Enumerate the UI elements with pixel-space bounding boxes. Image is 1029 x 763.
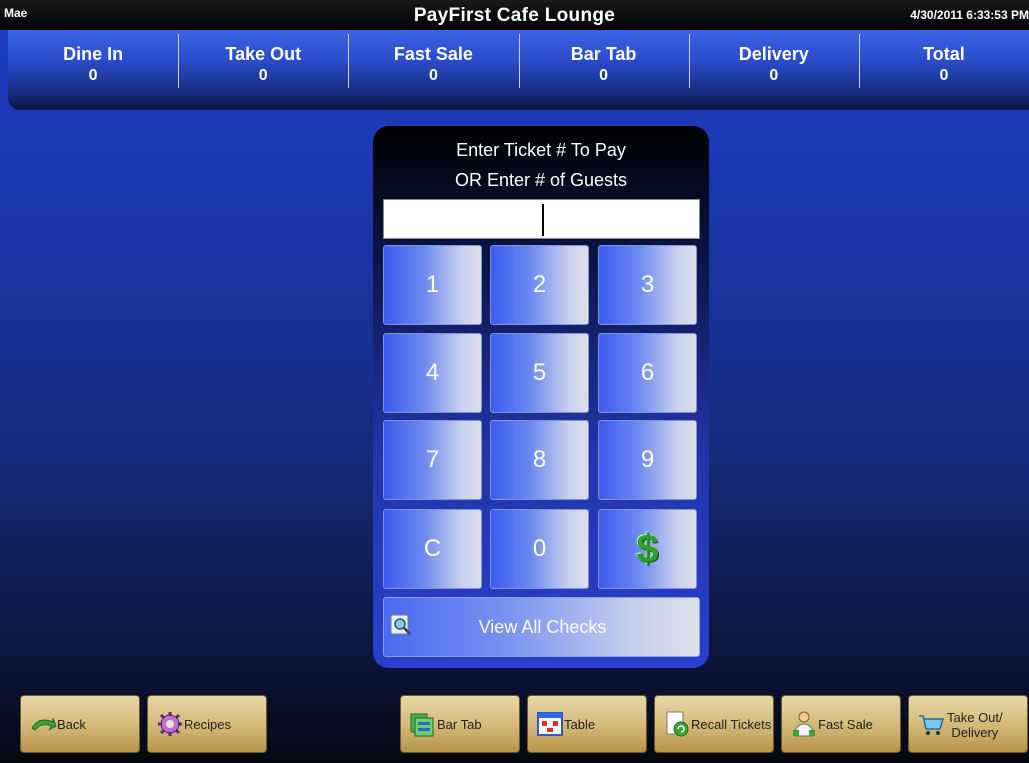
stat-label: Dine In [63, 44, 124, 64]
back-arrow-icon [31, 717, 57, 731]
back-button[interactable]: Back [20, 695, 140, 753]
recall-tickets-label: Recall Tickets [691, 717, 772, 732]
bar-tab-button[interactable]: Bar Tab [400, 695, 520, 753]
text-caret [542, 204, 544, 236]
table-label: Table [564, 717, 596, 732]
bar-tab-label: Bar Tab [437, 717, 482, 732]
bar-tab-icon [410, 713, 434, 737]
gear-icon [158, 712, 182, 736]
take-out-label-line2: Delivery [951, 725, 999, 740]
pay-button[interactable]: $ [598, 509, 697, 589]
key-3[interactable]: 3 [598, 245, 697, 325]
stat-fast-sale[interactable]: Fast Sale 0 [348, 30, 518, 110]
recipes-label: Recipes [184, 717, 231, 732]
stat-label: Delivery [738, 44, 809, 64]
take-out-label-line1: Take Out/ [947, 710, 1003, 725]
view-all-checks-button[interactable]: View All Checks [383, 597, 700, 657]
back-label: Back [57, 717, 86, 732]
fast-sale-button[interactable]: Fast Sale [781, 695, 901, 753]
app-title: PayFirst Cafe Lounge [413, 5, 616, 26]
stat-take-out[interactable]: Take Out 0 [178, 30, 348, 110]
cart-icon [919, 715, 945, 735]
key-8[interactable]: 8 [490, 420, 589, 500]
key-4[interactable]: 4 [383, 333, 482, 413]
ticket-keypad-panel: Enter Ticket # To Pay OR Enter # of Gues… [373, 126, 709, 668]
title-bar: Mae PayFirst Cafe Lounge 4/30/2011 6:33:… [0, 0, 1029, 30]
take-out-delivery-button[interactable]: Take Out/ Delivery [908, 695, 1028, 753]
stat-delivery[interactable]: Delivery 0 [688, 30, 859, 110]
stat-value: 0 [258, 67, 268, 84]
stat-label: Fast Sale [393, 44, 473, 64]
recall-tickets-button[interactable]: Recall Tickets [654, 695, 774, 753]
table-button[interactable]: Table [527, 695, 647, 753]
stat-value: 0 [769, 67, 779, 84]
fast-sale-label: Fast Sale [818, 717, 873, 732]
recall-icon [666, 711, 689, 737]
datetime: 4/30/2011 6:33:53 PM [910, 8, 1029, 22]
key-7[interactable]: 7 [383, 420, 482, 500]
person-icon [793, 711, 815, 737]
recipes-button[interactable]: Recipes [147, 695, 267, 753]
keypad-prompt-line1: Enter Ticket # To Pay [456, 140, 626, 160]
stat-label: Bar Tab [570, 44, 637, 64]
key-6[interactable]: 6 [598, 333, 697, 413]
stat-value: 0 [939, 67, 949, 84]
take-out-delivery-label: Take Out/ Delivery [947, 710, 1003, 740]
stat-value: 0 [428, 67, 438, 84]
dollar-icon: $ [636, 527, 659, 571]
stat-label: Take Out [225, 44, 302, 64]
stat-total[interactable]: Total 0 [858, 30, 1029, 110]
key-0[interactable]: 0 [490, 509, 589, 589]
key-5[interactable]: 5 [490, 333, 589, 413]
table-icon [537, 712, 563, 736]
stat-dine-in[interactable]: Dine In 0 [8, 30, 178, 110]
order-stats-bar: Dine In 0 Take Out 0 Fast Sale 0 Bar Tab… [8, 30, 1029, 110]
key-clear[interactable]: C [383, 509, 482, 589]
stat-bar-tab[interactable]: Bar Tab 0 [518, 30, 689, 110]
stat-value: 0 [599, 67, 609, 84]
view-all-checks-label: View All Checks [478, 617, 607, 637]
stat-value: 0 [88, 67, 98, 84]
keypad-prompt-line2: OR Enter # of Guests [454, 170, 628, 190]
ticket-number-input[interactable] [383, 199, 700, 239]
key-9[interactable]: 9 [598, 420, 697, 500]
key-1[interactable]: 1 [383, 245, 482, 325]
stat-label: Total [923, 44, 965, 64]
key-2[interactable]: 2 [490, 245, 589, 325]
